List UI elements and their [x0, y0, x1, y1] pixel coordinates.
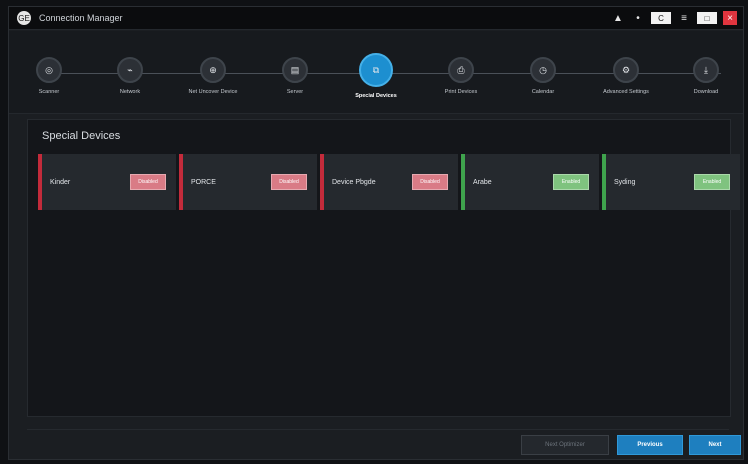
step-net-uncover-device[interactable]: ⊕ Net Uncover Device [168, 57, 258, 95]
app-window: GE Connection Manager ▲ • C ≡ □ × ◎ Scann… [8, 6, 744, 460]
bell-icon[interactable]: ▲ [611, 12, 625, 24]
status-toggle[interactable]: Enabled [694, 174, 730, 190]
dots-icon[interactable]: • [631, 12, 645, 24]
footer-divider [27, 429, 729, 430]
calendar-icon: ◷ [530, 57, 556, 83]
status-indicator [461, 154, 465, 210]
device-name: Syding [614, 178, 636, 186]
server-icon: ▤ [282, 57, 308, 83]
device-card[interactable]: Device Pbgde Disabled [320, 154, 458, 210]
step-label: Advanced Settings [603, 89, 649, 95]
wizard-stepper: ◎ Scanner ⌁ Network ⊕ Net Uncover Device ▤ Serv… [9, 31, 743, 114]
close-button[interactable]: × [723, 11, 737, 25]
device-card[interactable]: Arabe Enabled [461, 154, 599, 210]
step-label: Special Devices [355, 93, 397, 99]
app-title: Connection Manager [39, 13, 123, 23]
next-button[interactable]: Next [689, 435, 741, 455]
step-label: Net Uncover Device [188, 89, 238, 95]
step-scanner[interactable]: ◎ Scanner [4, 57, 94, 95]
list-icon[interactable]: ≡ [677, 12, 691, 24]
status-indicator [320, 154, 324, 210]
step-download[interactable]: ⤓ Download [661, 57, 748, 95]
step-calendar[interactable]: ◷ Calendar [498, 57, 588, 95]
step-label: Network [119, 89, 141, 95]
device-list: Kinder Disabled PORCE Disabled Device Pbgde D… [38, 154, 743, 210]
window-box[interactable]: □ [697, 12, 717, 24]
scanner-icon: ◎ [36, 57, 62, 83]
titlebar-actions: ▲ • C ≡ □ × [611, 11, 737, 25]
previous-button[interactable]: Previous [617, 435, 683, 455]
status-toggle[interactable]: Disabled [271, 174, 307, 190]
content-panel: Special Devices Kinder Disabled PORCE Disab… [27, 119, 740, 417]
step-label: Server [286, 89, 304, 95]
network-icon: ⌁ [117, 57, 143, 83]
status-indicator [602, 154, 606, 210]
step-label: Calendar [531, 89, 555, 95]
device-name: Kinder [50, 178, 71, 186]
secondary-button[interactable]: Next Optimizer [521, 435, 609, 455]
section-title: Special Devices [42, 130, 121, 142]
device-name: PORCE [191, 178, 216, 186]
c-box[interactable]: C [651, 12, 671, 24]
device-name: Arabe [473, 178, 492, 186]
ge-logo: GE [17, 11, 31, 25]
printer-icon: ⎙ [448, 57, 474, 83]
status-indicator [38, 154, 42, 210]
step-label: Download [693, 89, 719, 95]
status-toggle[interactable]: Enabled [553, 174, 589, 190]
step-label: Print Devices [444, 89, 478, 95]
status-toggle[interactable]: Disabled [412, 174, 448, 190]
status-toggle[interactable]: Disabled [130, 174, 166, 190]
download-icon: ⤓ [693, 57, 719, 83]
status-indicator [179, 154, 183, 210]
settings-icon: ⚙ [613, 57, 639, 83]
step-print-devices[interactable]: ⎙ Print Devices [416, 57, 506, 95]
device-card[interactable]: Kinder Disabled [38, 154, 176, 210]
step-special-devices[interactable]: ⧉ Special Devices [331, 53, 421, 99]
special-devices-icon: ⧉ [359, 53, 393, 87]
device-name: Device Pbgde [332, 178, 376, 186]
step-network[interactable]: ⌁ Network [85, 57, 175, 95]
device-card[interactable]: Syding Enabled [602, 154, 740, 210]
device-card[interactable]: PORCE Disabled [179, 154, 317, 210]
step-label: Scanner [38, 89, 60, 95]
step-server[interactable]: ▤ Server [250, 57, 340, 95]
title-bar: GE Connection Manager ▲ • C ≡ □ × [9, 7, 743, 30]
device-icon: ⊕ [200, 57, 226, 83]
step-advanced-settings[interactable]: ⚙ Advanced Settings [581, 57, 671, 95]
